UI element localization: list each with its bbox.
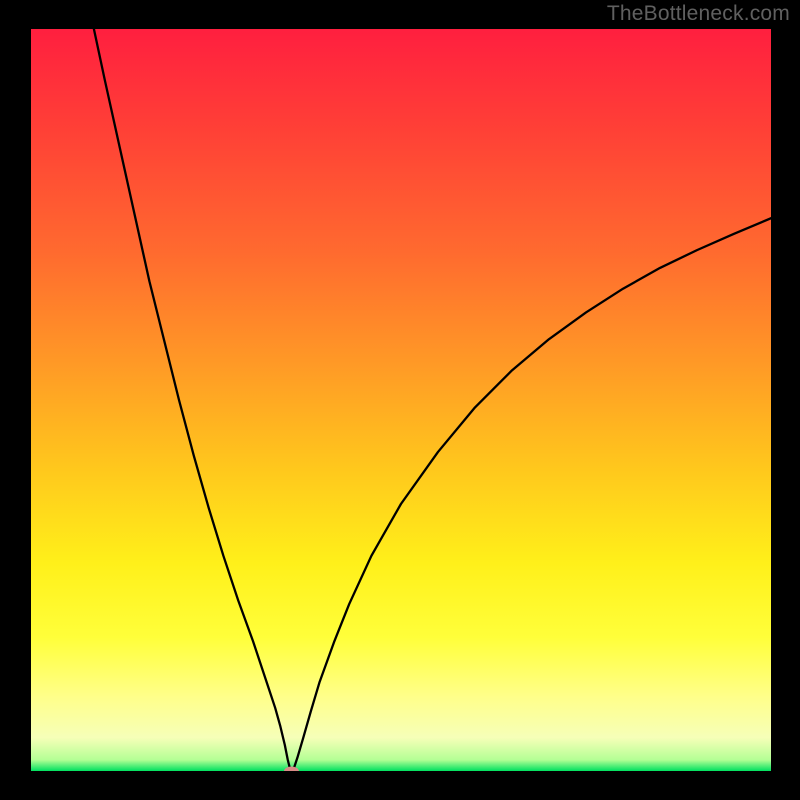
bottleneck-plot	[31, 29, 771, 771]
chart-frame: TheBottleneck.com	[0, 0, 800, 800]
plot-background	[31, 29, 771, 771]
watermark-text: TheBottleneck.com	[607, 2, 790, 26]
